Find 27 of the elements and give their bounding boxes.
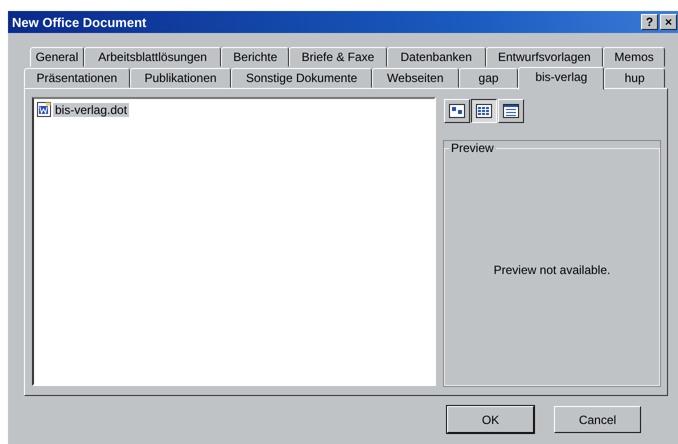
tab[interactable]: Datenbanken xyxy=(386,47,486,67)
tab[interactable]: gap xyxy=(458,68,518,88)
details-icon xyxy=(503,104,519,118)
tab[interactable]: Briefe & Faxe xyxy=(289,47,387,67)
list-icon xyxy=(476,104,492,118)
help-button[interactable]: ? xyxy=(641,14,658,30)
file-name[interactable]: bis-verlag.dot xyxy=(53,102,130,116)
tab[interactable]: Webseiten xyxy=(372,68,459,88)
dialog-button[interactable]: Cancel xyxy=(554,406,641,433)
close-button[interactable]: × xyxy=(660,14,677,30)
tab[interactable]: Sonstige Dokumente xyxy=(231,68,372,88)
preview-title: Preview xyxy=(450,141,495,155)
tab[interactable]: Arbeitsblattlösungen xyxy=(84,47,222,67)
tab[interactable]: Präsentationen xyxy=(24,68,130,88)
tab[interactable]: Entwurfsvorlagen xyxy=(486,47,604,67)
tab[interactable]: hup xyxy=(604,68,666,88)
tab[interactable]: bis-verlag xyxy=(518,67,604,90)
view-button[interactable] xyxy=(471,99,497,123)
dialog-button[interactable]: OK xyxy=(447,406,534,433)
window-title: New Office Document xyxy=(12,14,148,30)
tab[interactable]: Berichte xyxy=(221,47,290,67)
tab[interactable]: General xyxy=(30,47,84,67)
tab[interactable]: Publikationen xyxy=(130,68,232,88)
large-icons-icon xyxy=(449,104,465,118)
document-icon xyxy=(37,102,51,117)
preview-message: Preview not available. xyxy=(494,263,610,277)
tab[interactable]: Memos xyxy=(603,47,665,67)
